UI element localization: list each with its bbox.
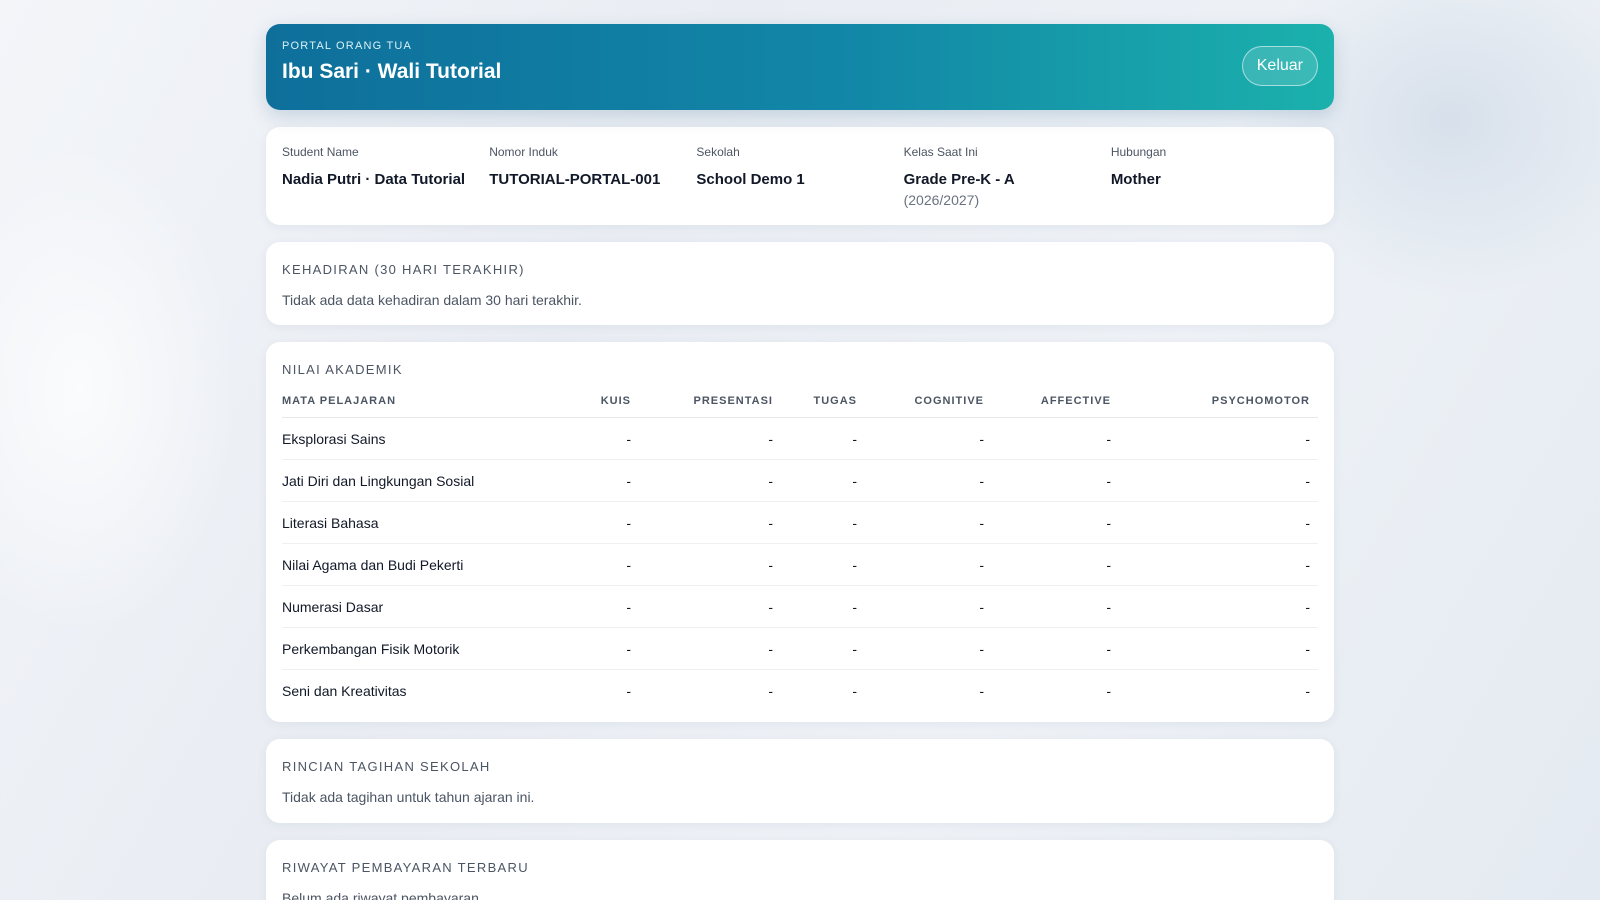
background-glow-left	[0, 140, 240, 640]
kuis-cell: -	[582, 543, 639, 586]
table-row: Jati Diri dan Lingkungan Sosial - - - - …	[282, 459, 1318, 502]
psychomotor-cell: -	[1119, 459, 1318, 502]
student-nis-label: Nomor Induk	[489, 145, 558, 159]
psychomotor-cell: -	[1119, 417, 1318, 460]
kuis-cell: -	[582, 585, 639, 628]
tugas-cell: -	[781, 501, 865, 544]
relation-field: Hubungan Mother	[1111, 145, 1318, 209]
table-row: Perkembangan Fisik Motorik - - - - - -	[282, 627, 1318, 670]
tugas-cell: -	[781, 543, 865, 586]
subject-cell: Eksplorasi Sains	[282, 417, 582, 460]
billing-empty-message: Tidak ada tagihan untuk tahun ajaran ini…	[282, 788, 535, 805]
cognitive-cell: -	[865, 543, 992, 586]
table-row: Nilai Agama dan Budi Pekerti - - - - - -	[282, 543, 1318, 586]
class-field: Kelas Saat Ini Grade Pre-K - A (2026/202…	[904, 145, 1111, 209]
student-name-field: Student Name Nadia Putri · Data Tutorial	[282, 145, 489, 209]
tugas-cell: -	[852, 682, 857, 699]
kuis-cell: -	[582, 501, 639, 544]
table-row: Numerasi Dasar - - - - - -	[282, 585, 1318, 628]
cognitive-cell: -	[865, 627, 992, 670]
grades-header-row: MATA PELAJARAN KUIS PRESENTASI TUGAS COG…	[282, 389, 1318, 418]
student-info-card: Student Name Nadia Putri · Data Tutorial…	[266, 127, 1334, 225]
column-header-kuis: KUIS	[582, 389, 639, 418]
subject-cell: Jati Diri dan Lingkungan Sosial	[282, 459, 582, 502]
subject-cell: Nilai Agama dan Budi Pekerti	[282, 543, 582, 586]
table-row: Literasi Bahasa - - - - - -	[282, 501, 1318, 544]
psychomotor-cell: -	[1119, 627, 1318, 670]
cognitive-cell: -	[865, 459, 992, 502]
kuis-cell: -	[582, 417, 639, 460]
tugas-cell: -	[781, 585, 865, 628]
column-header-presentasi: PRESENTASI	[639, 389, 781, 418]
tugas-cell: -	[781, 459, 865, 502]
kuis-cell: -	[582, 627, 639, 670]
subject-cell: Seni dan Kreativitas	[282, 682, 407, 699]
kuis-cell: -	[582, 459, 639, 502]
column-header-psychomotor: PSYCHOMOTOR	[1119, 389, 1318, 418]
psychomotor-cell: -	[1119, 585, 1318, 628]
presentasi-cell: -	[639, 627, 781, 670]
presentasi-cell: -	[639, 417, 781, 460]
column-header-subject: MATA PELAJARAN	[282, 389, 582, 418]
attendance-title: KEHADIRAN (30 HARI TERAKHIR)	[282, 262, 525, 277]
kuis-cell: -	[626, 682, 631, 699]
cognitive-cell: -	[979, 682, 984, 699]
affective-cell: -	[992, 585, 1119, 628]
attendance-empty-message: Tidak ada data kehadiran dalam 30 hari t…	[282, 292, 582, 308]
relation-label: Hubungan	[1110, 145, 1167, 159]
billing-title: RINCIAN TAGIHAN SEKOLAH	[282, 758, 491, 774]
class-value: Grade Pre-K - A	[903, 171, 1015, 188]
student-name-label: Student Name	[282, 145, 359, 159]
affective-cell: -	[1106, 682, 1111, 699]
affective-cell: -	[992, 543, 1119, 586]
presentasi-cell: -	[639, 585, 781, 628]
cognitive-cell: -	[865, 417, 992, 460]
table-row: Eksplorasi Sains - - - - - -	[282, 417, 1318, 460]
student-nis-field: Nomor Induk TUTORIAL-PORTAL-001	[489, 145, 696, 209]
subject-cell: Numerasi Dasar	[282, 585, 582, 628]
relation-value: Mother	[1110, 171, 1161, 188]
portal-header: PORTAL ORANG TUA Ibu Sari · Wali Tutoria…	[266, 24, 1334, 110]
column-header-affective: AFFECTIVE	[992, 389, 1119, 418]
school-field: Sekolah School Demo 1	[696, 145, 903, 209]
attendance-card: KEHADIRAN (30 HARI TERAKHIR) Tidak ada d…	[266, 242, 1334, 325]
grades-card: NILAI AKADEMIK MATA PELAJARAN KUIS PRESE…	[266, 342, 1334, 722]
payments-empty-message: Belum ada riwayat pembayaran.	[282, 889, 483, 900]
school-label: Sekolah	[696, 145, 740, 159]
presentasi-cell: -	[639, 459, 781, 502]
grades-title: NILAI AKADEMIK	[282, 362, 403, 377]
column-header-cognitive: COGNITIVE	[865, 389, 992, 418]
logout-button[interactable]: Keluar	[1241, 46, 1318, 86]
presentasi-cell: -	[639, 501, 781, 544]
affective-cell: -	[992, 627, 1119, 670]
portal-title: Ibu Sari · Wali Tutorial	[282, 60, 502, 83]
affective-cell: -	[992, 417, 1119, 460]
payments-card: RIWAYAT PEMBAYARAN TERBARU Belum ada riw…	[266, 839, 1334, 900]
cognitive-cell: -	[865, 585, 992, 628]
psychomotor-cell: -	[1119, 543, 1318, 586]
portal-container: PORTAL ORANG TUA Ibu Sari · Wali Tutoria…	[266, 24, 1334, 900]
school-value: School Demo 1	[696, 171, 805, 188]
student-name-value: Nadia Putri · Data Tutorial	[282, 171, 466, 188]
class-label: Kelas Saat Ini	[903, 145, 978, 159]
column-header-tugas: TUGAS	[781, 389, 865, 418]
tugas-cell: -	[781, 627, 865, 670]
portal-kicker: PORTAL ORANG TUA	[282, 40, 413, 52]
affective-cell: -	[992, 501, 1119, 544]
subject-cell: Literasi Bahasa	[282, 501, 582, 544]
table-row: Seni dan Kreativitas - - - - - -	[282, 670, 1318, 712]
tugas-cell: -	[781, 417, 865, 460]
grades-table: MATA PELAJARAN KUIS PRESENTASI TUGAS COG…	[282, 389, 1318, 712]
cognitive-cell: -	[865, 501, 992, 544]
payments-title: RIWAYAT PEMBAYARAN TERBARU	[282, 859, 529, 875]
billing-card: RINCIAN TAGIHAN SEKOLAH Tidak ada tagiha…	[266, 738, 1334, 823]
presentasi-cell: -	[639, 543, 781, 586]
affective-cell: -	[992, 459, 1119, 502]
class-year: (2026/2027)	[903, 192, 980, 208]
presentasi-cell: -	[768, 682, 773, 699]
psychomotor-cell: -	[1305, 682, 1310, 699]
subject-cell: Perkembangan Fisik Motorik	[282, 627, 582, 670]
student-nis-value: TUTORIAL-PORTAL-001	[489, 171, 661, 188]
psychomotor-cell: -	[1119, 501, 1318, 544]
